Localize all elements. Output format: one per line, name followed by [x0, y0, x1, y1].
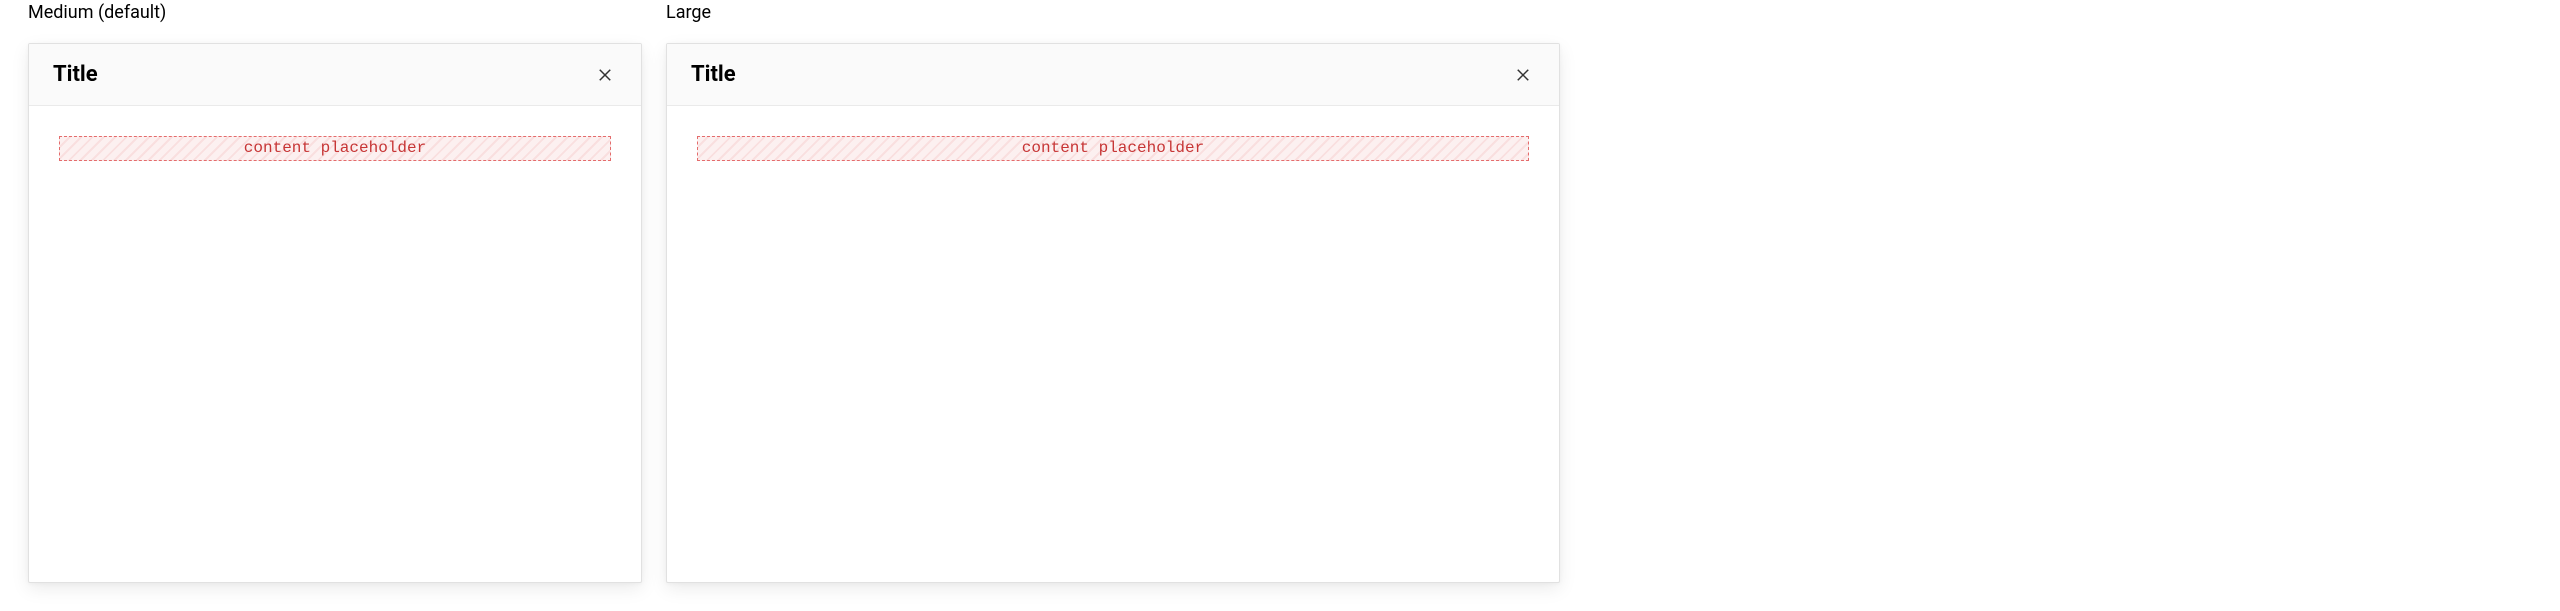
modal-large: Title content placeholder	[666, 43, 1560, 583]
close-icon	[596, 66, 614, 84]
modal-header: Title	[667, 44, 1559, 106]
close-icon	[1514, 66, 1532, 84]
modal-header: Title	[29, 44, 641, 106]
content-placeholder: content placeholder	[697, 136, 1529, 161]
variant-label-large: Large	[666, 2, 1560, 23]
medium-variant-column: Medium (default) Title content placehold…	[28, 0, 642, 611]
content-placeholder: content placeholder	[59, 136, 611, 161]
modal-medium: Title content placeholder	[28, 43, 642, 583]
variant-label-medium: Medium (default)	[28, 2, 642, 23]
large-variant-column: Large Title content placeholder	[666, 0, 1560, 611]
modal-title: Title	[691, 62, 736, 87]
modal-body: content placeholder	[29, 106, 641, 582]
modal-body: content placeholder	[667, 106, 1559, 582]
modal-title: Title	[53, 62, 98, 87]
close-button[interactable]	[1511, 63, 1535, 87]
close-button[interactable]	[593, 63, 617, 87]
